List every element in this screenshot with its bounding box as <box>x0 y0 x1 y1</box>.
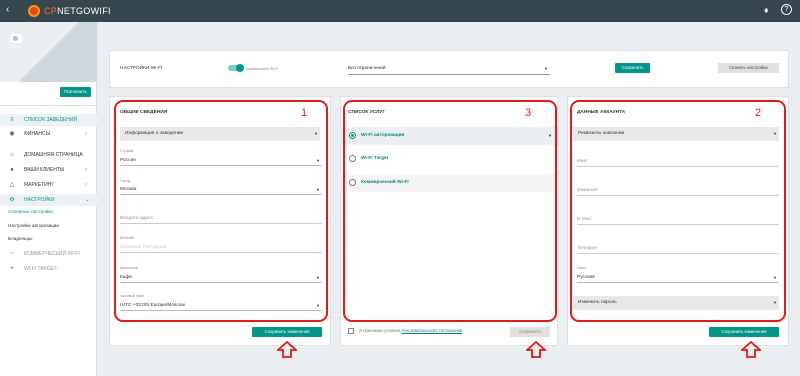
terms-link[interactable]: пользовательского соглашения <box>401 328 462 333</box>
sidebar-subitem-auth[interactable]: Настройка авторизации <box>8 221 59 231</box>
logo-icon <box>28 5 40 17</box>
annotation-number-2: 2 <box>755 107 762 119</box>
wifi-toggle[interactable] <box>228 64 244 72</box>
sidebar-item-commercial-wifi[interactable]: ≈ КОММЕРЧЕСКИЙ WI-FI <box>0 248 97 260</box>
home-icon: ⌂ <box>10 152 14 158</box>
list-icon: ≡ <box>10 117 14 123</box>
terms-checkbox[interactable] <box>348 328 354 334</box>
chevron-right-icon: › <box>85 131 87 137</box>
annotation-number-3: 3 <box>525 107 532 119</box>
sidebar-subitem-basic[interactable]: Основные настройки <box>8 207 53 217</box>
sidebar: Пополнить ≡ СПИСОК ЗАВЕДЕНИЙ ◉ ФИНАНСЫ ›… <box>0 22 97 376</box>
pin-icon: ▼ <box>9 266 15 272</box>
up-arrow-icon <box>526 341 546 358</box>
sidebar-subitem-owners[interactable]: Владельцы <box>8 234 32 244</box>
wifi-settings-title: НАСТРОЙКИ WI-FI <box>120 66 163 71</box>
venue-photo <box>0 22 97 82</box>
sidebar-item-marketing[interactable]: △ МАРКЕТИНГ › <box>0 179 97 191</box>
wallet-icon: ◉ <box>9 131 15 137</box>
download-settings-button[interactable]: Скачать настройки <box>718 63 779 73</box>
sidebar-item-venues[interactable]: ≡ СПИСОК ЗАВЕДЕНИЙ <box>0 114 97 126</box>
terms-agreement: Я принимаю условия пользовательского сог… <box>348 328 462 334</box>
annotation-number-1: 1 <box>301 107 308 119</box>
camera-icon[interactable] <box>10 34 22 43</box>
services-save-button[interactable]: Сохранить <box>510 327 550 337</box>
sidebar-item-home[interactable]: ⌂ ДОМАШНЯЯ СТРАНИЦА <box>0 149 97 161</box>
annotation-box-services <box>343 100 557 322</box>
up-arrow-icon <box>741 341 761 358</box>
wifi-save-button[interactable]: Сохранить <box>615 63 650 73</box>
replenish-button[interactable]: Пополнить <box>60 87 91 97</box>
network-icon: △ <box>9 182 15 188</box>
chevron-down-icon: ⌄ <box>85 197 91 203</box>
sidebar-item-wifi-target[interactable]: ▼ WI-FI TARGET <box>0 263 97 275</box>
sidebar-item-settings[interactable]: ⚙ НАСТРОЙКИ ⌄ <box>0 194 97 206</box>
bell-icon[interactable]: ♦ <box>764 5 769 15</box>
limit-select[interactable]: Без ограничений ▼ <box>348 63 550 75</box>
chevron-right-icon: › <box>85 182 87 188</box>
up-arrow-icon <box>277 341 297 358</box>
general-save-button[interactable]: Сохранить изменения <box>252 327 322 337</box>
wifi-icon: ≈ <box>10 251 14 257</box>
account-save-button[interactable]: Сохранить изменения <box>709 327 779 337</box>
sidebar-item-finance[interactable]: ◉ ФИНАНСЫ › <box>0 128 97 140</box>
top-bar: ‹ CPNETGOWIFI ♦ ? <box>0 0 800 22</box>
chevron-right-icon: › <box>85 167 87 173</box>
annotation-box-account <box>570 100 786 322</box>
annotation-box-general <box>114 100 328 322</box>
wifi-toggle-label: Активировать Wi-Fi <box>246 67 279 71</box>
caret-down-icon: ▼ <box>544 66 548 71</box>
arrow-left-icon[interactable]: ‹ <box>6 5 9 15</box>
brand-name: CPNETGOWIFI <box>44 6 111 16</box>
people-icon: ● <box>10 167 14 173</box>
gear-icon: ⚙ <box>9 197 15 203</box>
divider <box>0 105 97 106</box>
help-icon[interactable]: ? <box>781 4 792 15</box>
sidebar-item-clients[interactable]: ● ВАШИ КЛИЕНТЫ › <box>0 164 97 176</box>
